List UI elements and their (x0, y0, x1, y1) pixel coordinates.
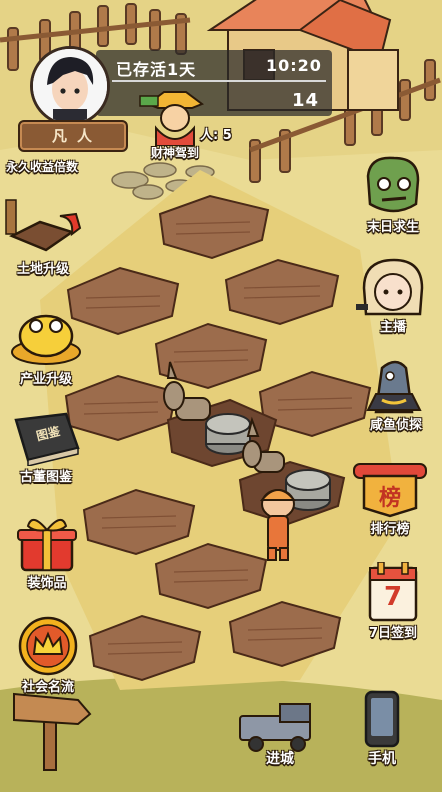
rank-label: 凡人 (51, 127, 102, 145)
industry-upgrade-button[interactable]: 产业升级 (6, 306, 86, 387)
crown-medal-icon (18, 616, 78, 676)
go-to-city-button[interactable]: 进城 (240, 700, 320, 770)
go-to-city-label: 进城 (266, 751, 294, 767)
checkin-label: 7日签到 (368, 626, 418, 641)
streamer-button[interactable]: 主播 (356, 258, 430, 336)
antique-book-label: 古董图鉴 (19, 470, 72, 485)
doomsday-label: 末日求生 (366, 220, 419, 235)
fortune-god-label: 财神驾到 (150, 146, 199, 160)
salted-fish-icon (366, 360, 422, 414)
land-upgrade-icon (5, 199, 82, 252)
antique-book-button[interactable]: 图鉴 古董图鉴 (6, 410, 86, 485)
land-upgrade-label: 土地升级 (16, 262, 69, 277)
salted-fish-label: 咸鱼侦探 (369, 418, 422, 433)
ranking-label: 排行榜 (370, 522, 410, 537)
status-divider (112, 80, 326, 82)
multiplier-label: 永久收益倍数 (6, 160, 79, 174)
people-count: 人: 5 (200, 128, 232, 143)
celebrities-button[interactable]: 社会名流 (8, 614, 88, 695)
golden-toad-icon (11, 314, 81, 365)
celebrities-label: 社会名流 (21, 680, 74, 695)
avatar-portrait-icon (33, 49, 107, 123)
rank-badge[interactable]: 凡人 (18, 120, 128, 152)
survival-days: 已存活1天 (116, 60, 197, 79)
salted-fish-button[interactable]: 咸鱼侦探 (356, 354, 436, 436)
clock: 10:20 (266, 56, 322, 75)
ranking-glyph: 榜 (378, 486, 401, 511)
phone-button[interactable]: 手机 (352, 690, 412, 770)
decorations-button[interactable]: 装饰品 (10, 512, 84, 592)
doomsday-button[interactable]: 末日求生 (356, 156, 430, 236)
ranking-button[interactable]: 榜 排行榜 (352, 456, 428, 540)
streamer-label: 主播 (379, 320, 406, 335)
gift-box-icon (17, 519, 77, 572)
zombie-icon (366, 156, 420, 213)
phone-icon (364, 690, 400, 748)
player-avatar[interactable] (30, 46, 110, 126)
decorations-label: 装饰品 (27, 576, 67, 591)
checkin-glyph: 7 (383, 582, 403, 612)
phone-label: 手机 (368, 751, 396, 767)
streamer-icon (356, 258, 424, 316)
checkin-button[interactable]: 7 7日签到 (356, 561, 430, 644)
resource-counter: 14 (292, 90, 320, 111)
industry-upgrade-label: 产业升级 (19, 372, 72, 387)
land-upgrade-button[interactable]: 土地升级 (2, 196, 92, 277)
